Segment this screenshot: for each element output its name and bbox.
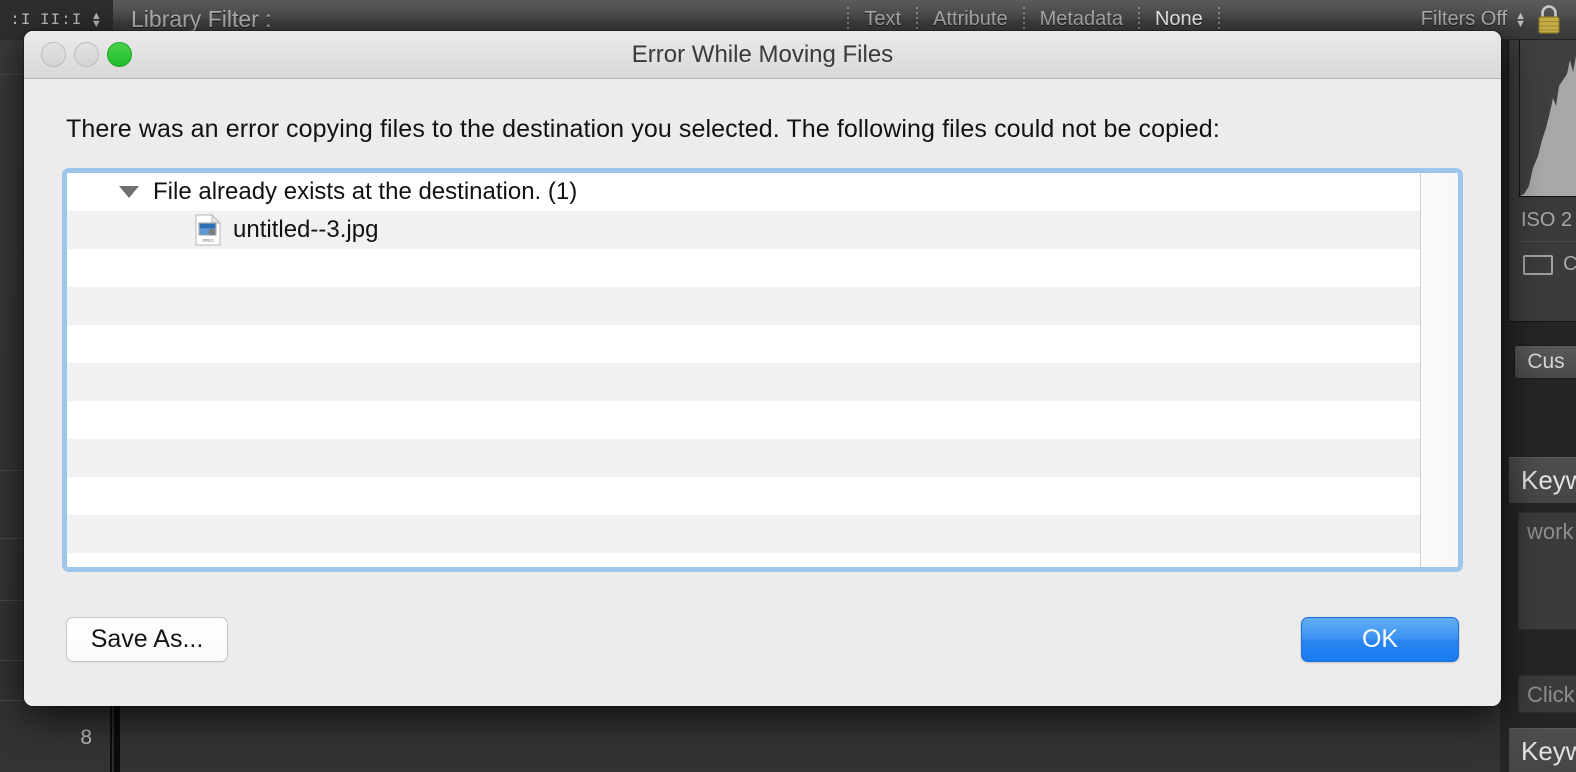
dotted-separator <box>916 6 919 33</box>
keyword-list-panel-header[interactable]: Keyw <box>1509 728 1576 772</box>
svg-text:JPEG: JPEG <box>202 238 214 243</box>
list-group-label: File already exists at the destination. … <box>153 178 578 205</box>
filters-off-label: Filters Off <box>1420 8 1508 30</box>
module-divider <box>1519 241 1576 242</box>
list-row-empty <box>67 287 1420 325</box>
filters-updown-icon[interactable]: ▲ ▼ <box>1515 10 1526 29</box>
right-panel: ISO 2 C Cus Keyw work Click Keyw <box>1500 0 1576 772</box>
list-row-empty <box>67 515 1420 553</box>
window-controls <box>41 42 132 67</box>
minimize-button <box>74 42 99 67</box>
dotted-separator <box>1137 6 1140 33</box>
dotted-separator <box>847 6 850 33</box>
file-list-rows[interactable]: File already exists at the destination. … <box>67 173 1420 567</box>
dialog-titlebar[interactable]: Error While Moving Files <box>24 31 1501 79</box>
padlock-icon[interactable] <box>1534 3 1564 37</box>
updown-stepper-icon[interactable]: ▲ ▼ <box>91 10 103 29</box>
dotted-separator <box>1022 6 1025 33</box>
grid-glyph-left: :I <box>10 10 32 29</box>
custom-button[interactable]: Cus <box>1514 345 1576 379</box>
jpeg-file-icon: JPEG <box>195 214 221 246</box>
dialog-body: There was an error copying files to the … <box>24 79 1501 706</box>
error-dialog: Error While Moving Files There was an er… <box>24 31 1501 706</box>
list-row-empty <box>67 249 1420 287</box>
save-as-button[interactable]: Save As... <box>66 616 228 662</box>
ok-button[interactable]: OK <box>1301 616 1459 662</box>
filter-tab-none[interactable]: None <box>1151 8 1207 31</box>
grid-glyph-right: II:I <box>39 10 83 29</box>
list-row-empty <box>67 325 1420 363</box>
error-message: There was an error copying files to the … <box>66 115 1220 143</box>
dialog-title: Error While Moving Files <box>631 40 894 68</box>
list-row-empty <box>67 477 1420 515</box>
error-file-list[interactable]: File already exists at the destination. … <box>62 168 1463 572</box>
list-item[interactable]: JPEG untitled--3.jpg <box>67 211 1420 249</box>
filter-tab-metadata[interactable]: Metadata <box>1036 8 1127 31</box>
crop-rectangle-icon <box>1523 255 1553 275</box>
keywording-panel-header[interactable]: Keyw <box>1509 457 1576 503</box>
filter-tab-text[interactable]: Text <box>860 8 905 31</box>
vertical-scrollbar[interactable] <box>1420 173 1458 567</box>
histogram-iso-label: ISO 2 <box>1521 209 1573 231</box>
chevron-down-icon[interactable] <box>119 186 139 198</box>
list-group-row[interactable]: File already exists at the destination. … <box>67 173 1420 211</box>
list-row-empty <box>67 553 1420 567</box>
list-row-empty <box>67 439 1420 477</box>
left-panel-count: 8 <box>80 726 92 749</box>
dialog-footer: Save As... OK <box>62 572 1463 706</box>
filter-tab-attribute[interactable]: Attribute <box>929 8 1011 31</box>
keyword-tags-field[interactable]: work <box>1518 512 1576 630</box>
crop-label: C <box>1563 253 1576 275</box>
dotted-separator <box>1217 6 1220 33</box>
keyword-suggestion-field[interactable]: Click <box>1518 675 1576 713</box>
histogram-chart <box>1519 37 1576 197</box>
file-name: untitled--3.jpg <box>233 216 379 243</box>
zoom-button[interactable] <box>107 42 132 67</box>
screen: 8 ISO 2 C Cus Keyw work <box>0 0 1576 772</box>
list-row-empty <box>67 401 1420 439</box>
close-button <box>41 42 66 67</box>
histogram-module: ISO 2 C <box>1508 22 1576 322</box>
library-filter-label: Library Filter : <box>131 6 272 32</box>
list-row-empty <box>67 363 1420 401</box>
